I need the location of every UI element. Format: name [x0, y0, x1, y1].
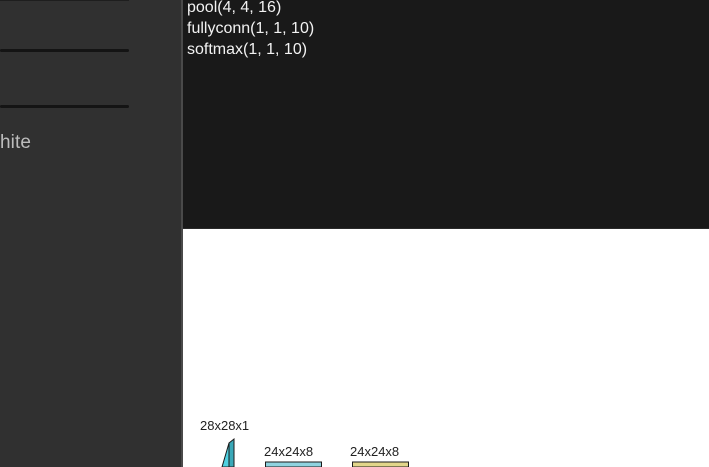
layer-input-block — [221, 437, 235, 467]
sidebar-description-text: t and white — [0, 132, 31, 153]
sidebar-top-divider — [0, 0, 129, 1]
layer-label-conv: 24x24x8 — [264, 444, 314, 459]
layer-conv-block — [265, 461, 322, 467]
layer-input-side — [228, 437, 235, 467]
network-diagram-canvas: 28x28x1 24x24x8 24x24x8 — [183, 229, 709, 467]
layer-relu-block — [352, 461, 409, 467]
layer-label-relu: 24x24x8 — [350, 444, 400, 459]
layer-label-input: 28x28x1 — [200, 418, 250, 433]
console-line: pool(4, 4, 16) — [187, 0, 282, 16]
console-line: softmax(1, 1, 10) — [187, 41, 308, 58]
app-window: t and white pool(4, 4, 16) fullyconn(1, … — [0, 0, 709, 467]
console-line: fullyconn(1, 1, 10) — [187, 20, 315, 37]
sidebar-slider-1[interactable] — [0, 49, 129, 52]
layer-conv-shape — [265, 461, 322, 467]
layer-relu-shape — [352, 461, 409, 467]
console-output: pool(4, 4, 16) fullyconn(1, 1, 10) softm… — [183, 0, 709, 229]
sidebar-panel: t and white — [0, 0, 181, 467]
sidebar-slider-2[interactable] — [0, 105, 129, 108]
